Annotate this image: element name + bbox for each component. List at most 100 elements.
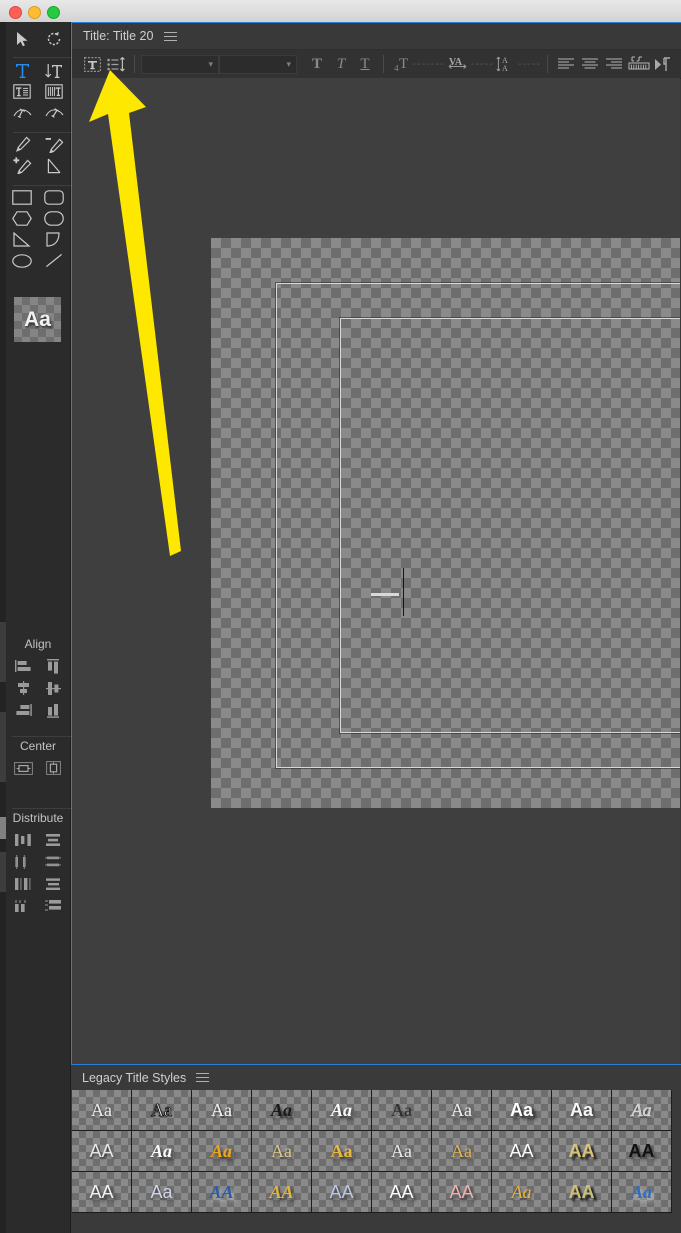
align-horizontal-right-button[interactable] bbox=[13, 701, 33, 719]
leading-icon[interactable]: AA bbox=[494, 54, 518, 74]
style-swatch[interactable]: Aa bbox=[252, 1090, 312, 1131]
line-tool[interactable] bbox=[43, 251, 65, 270]
pen-tool[interactable] bbox=[11, 135, 33, 154]
align-horizontal-left-button[interactable] bbox=[13, 657, 33, 675]
delete-anchor-point-tool[interactable] bbox=[43, 135, 65, 154]
tool-divider-1 bbox=[13, 57, 77, 58]
center-horizontally-button[interactable] bbox=[13, 759, 33, 777]
style-swatch[interactable]: Aa bbox=[432, 1090, 492, 1131]
align-horizontal-center-button[interactable] bbox=[13, 679, 33, 697]
style-swatch[interactable]: AA bbox=[552, 1131, 612, 1172]
style-swatch[interactable]: Aa bbox=[132, 1131, 192, 1172]
style-swatch[interactable]: AA bbox=[72, 1131, 132, 1172]
distribute-vertical-center-button[interactable] bbox=[43, 853, 63, 871]
style-swatch[interactable]: Aa bbox=[252, 1131, 312, 1172]
distribute-horizontal-left-button[interactable] bbox=[13, 831, 33, 849]
style-swatch[interactable]: AA bbox=[492, 1131, 552, 1172]
rectangle-tool[interactable] bbox=[11, 188, 33, 207]
tab-stops-button[interactable] bbox=[626, 54, 652, 74]
style-swatch[interactable]: Aa bbox=[552, 1090, 612, 1131]
rounded-corner-rectangle-tool[interactable] bbox=[43, 188, 65, 207]
arc-tool[interactable] bbox=[43, 230, 65, 249]
style-swatch[interactable]: AA bbox=[312, 1172, 372, 1213]
clipped-corner-rectangle-tool[interactable] bbox=[11, 209, 33, 228]
vertical-type-tool[interactable] bbox=[43, 61, 65, 80]
vertical-path-type-tool[interactable] bbox=[43, 103, 65, 122]
tab-stops-icon[interactable] bbox=[104, 54, 128, 74]
style-swatch[interactable]: AA bbox=[432, 1172, 492, 1213]
title-tool-icon[interactable] bbox=[80, 54, 104, 74]
style-swatch-label: AA bbox=[568, 1182, 595, 1202]
style-swatch[interactable]: AA bbox=[192, 1172, 252, 1213]
distribute-horizontal-even-button[interactable] bbox=[13, 897, 33, 915]
window-minimize-button[interactable] bbox=[28, 6, 41, 19]
style-swatch[interactable]: Aa bbox=[492, 1090, 552, 1131]
style-swatch-label: Aa bbox=[91, 1100, 112, 1120]
style-swatch[interactable]: AA bbox=[372, 1172, 432, 1213]
align-center-icon[interactable] bbox=[578, 54, 602, 74]
distribute-horizontal-center-button[interactable] bbox=[13, 853, 33, 871]
kerning-icon[interactable]: VA bbox=[445, 54, 471, 74]
distribute-horizontal-right-button[interactable] bbox=[13, 875, 33, 893]
ellipse-tool[interactable] bbox=[11, 251, 33, 270]
style-swatch[interactable]: AA bbox=[612, 1131, 672, 1172]
italic-button[interactable]: T bbox=[329, 54, 353, 74]
style-swatch[interactable]: AA bbox=[552, 1172, 612, 1213]
style-swatch[interactable]: Aa bbox=[132, 1172, 192, 1213]
align-vertical-top-button[interactable] bbox=[43, 657, 63, 675]
style-swatch[interactable]: Aa bbox=[312, 1131, 372, 1172]
style-swatch[interactable]: Aa bbox=[312, 1090, 372, 1131]
distribute-vertical-even-button[interactable] bbox=[43, 897, 63, 915]
style-swatch-label: Aa bbox=[631, 1100, 652, 1120]
style-swatch[interactable]: Aa bbox=[372, 1131, 432, 1172]
center-vertically-button[interactable] bbox=[43, 759, 63, 777]
align-right-icon[interactable] bbox=[602, 54, 626, 74]
hamburger-menu-icon[interactable] bbox=[164, 31, 178, 42]
bold-button[interactable]: T bbox=[305, 54, 329, 74]
legacy-titler-window: Title: Title 20 ▾ ▾ T T T ₄T ------- VA … bbox=[71, 22, 681, 1065]
selection-tool[interactable] bbox=[11, 29, 33, 48]
style-swatch[interactable]: Aa bbox=[492, 1172, 552, 1213]
rotation-tool[interactable] bbox=[43, 29, 65, 48]
distribute-vertical-top-button[interactable] bbox=[43, 831, 63, 849]
align-panel: Align bbox=[6, 634, 70, 721]
style-swatch[interactable]: Aa bbox=[192, 1131, 252, 1172]
kerning-value[interactable]: ----- bbox=[471, 58, 494, 70]
style-swatch[interactable]: Aa bbox=[132, 1090, 192, 1131]
area-type-tool[interactable] bbox=[11, 82, 33, 101]
rounded-rectangle-tool[interactable] bbox=[43, 209, 65, 228]
align-left-icon[interactable] bbox=[554, 54, 578, 74]
style-swatch[interactable]: Aa bbox=[432, 1131, 492, 1172]
hamburger-menu-icon[interactable] bbox=[196, 1072, 210, 1083]
align-vertical-bottom-button[interactable] bbox=[43, 701, 63, 719]
add-anchor-point-tool[interactable] bbox=[11, 156, 33, 175]
font-size-icon[interactable]: ₄T bbox=[390, 54, 412, 74]
style-swatch[interactable]: Aa bbox=[372, 1090, 432, 1131]
style-swatch[interactable]: Aa bbox=[72, 1090, 132, 1131]
style-swatch[interactable]: AA bbox=[72, 1172, 132, 1213]
window-zoom-button[interactable] bbox=[47, 6, 60, 19]
window-close-button[interactable] bbox=[9, 6, 22, 19]
style-swatch[interactable]: AA bbox=[252, 1172, 312, 1213]
underline-button[interactable]: T bbox=[353, 54, 377, 74]
distribute-vertical-bottom-button[interactable] bbox=[43, 875, 63, 893]
font-style-select[interactable]: ▾ bbox=[219, 54, 297, 74]
style-swatch[interactable]: Aa bbox=[612, 1172, 672, 1213]
style-swatch-label: AA bbox=[509, 1141, 534, 1161]
font-size-value[interactable]: ------- bbox=[412, 58, 445, 70]
align-vertical-center-button[interactable] bbox=[43, 679, 63, 697]
convert-anchor-point-tool[interactable] bbox=[43, 156, 65, 175]
leading-value[interactable]: ----- bbox=[518, 58, 541, 70]
wedge-tool[interactable] bbox=[11, 230, 33, 249]
titler-canvas[interactable] bbox=[72, 78, 680, 1064]
vertical-area-type-tool[interactable] bbox=[43, 82, 65, 101]
type-tool[interactable] bbox=[11, 61, 33, 80]
style-swatch[interactable]: Aa bbox=[612, 1090, 672, 1131]
tool-group-select bbox=[6, 28, 70, 49]
show-background-video-icon[interactable] bbox=[652, 54, 674, 74]
style-swatch[interactable]: Aa bbox=[192, 1090, 252, 1131]
video-frame-area[interactable] bbox=[211, 238, 680, 808]
path-type-tool[interactable] bbox=[11, 103, 33, 122]
font-family-select[interactable]: ▾ bbox=[141, 54, 219, 74]
style-preview-swatch[interactable]: Aa bbox=[14, 297, 61, 342]
